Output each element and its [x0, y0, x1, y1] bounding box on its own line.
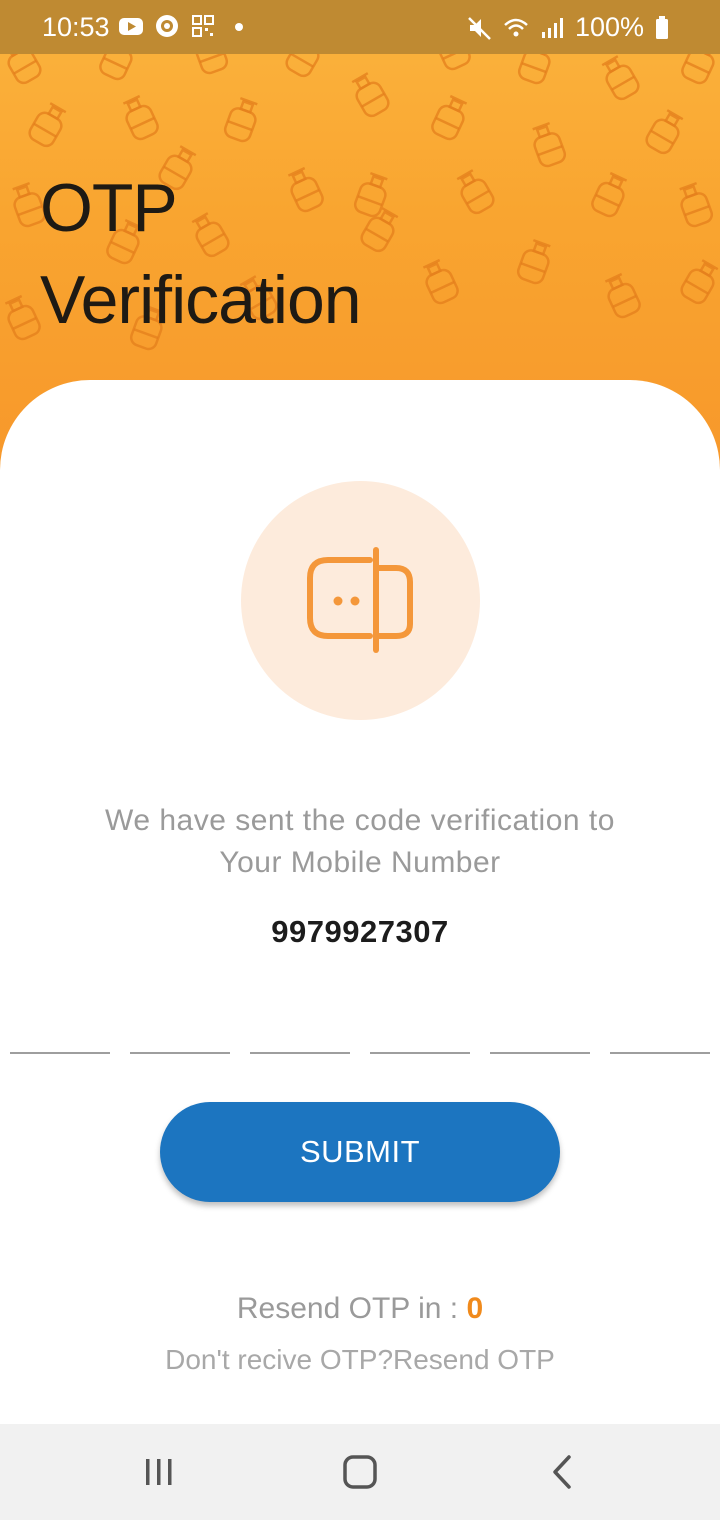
youtube-icon	[118, 13, 144, 39]
gas-cylinder-icon	[680, 259, 719, 305]
gas-cylinder-icon	[532, 121, 567, 168]
status-time: 10:53	[42, 12, 110, 42]
gas-cylinder-icon	[28, 102, 67, 148]
gas-cylinder-icon	[122, 94, 159, 141]
battery-percent: 100%	[574, 12, 644, 42]
message-dots-icon	[307, 547, 413, 653]
dot-icon	[226, 13, 252, 39]
gas-cylinder-icon	[4, 294, 41, 341]
gas-cylinder-icon	[516, 238, 551, 285]
gas-cylinder-icon	[591, 171, 628, 218]
home-icon[interactable]	[330, 1452, 390, 1492]
otp-digit-3[interactable]	[250, 1010, 350, 1054]
camera-app-icon	[154, 13, 180, 39]
otp-digit-4[interactable]	[370, 1010, 470, 1054]
otp-input-group	[10, 1010, 710, 1054]
gas-cylinder-icon	[601, 55, 640, 101]
gas-cylinder-icon	[679, 181, 714, 228]
signal-icon	[539, 15, 565, 41]
navigation-bar	[0, 1424, 720, 1520]
recents-icon[interactable]	[129, 1452, 189, 1492]
battery-icon	[654, 15, 680, 41]
gas-cylinder-icon	[223, 96, 258, 143]
gas-cylinder-icon	[645, 109, 684, 155]
otp-digit-5[interactable]	[490, 1010, 590, 1054]
wifi-icon	[503, 15, 529, 41]
message-line2: Your Mobile Number	[219, 846, 501, 879]
otp-digit-1[interactable]	[10, 1010, 110, 1054]
resend-timer: Resend OTP in : 0	[0, 1292, 720, 1326]
gas-cylinder-icon	[431, 94, 468, 141]
back-icon[interactable]	[532, 1452, 592, 1492]
page-title: OTP Verification	[40, 162, 362, 346]
resend-timer-value: 0	[466, 1292, 484, 1325]
gas-cylinder-icon	[604, 272, 641, 319]
resend-otp-link[interactable]: Don't recive OTP?Resend OTP	[0, 1344, 720, 1376]
mute-icon	[467, 15, 493, 41]
gas-cylinder-icon	[351, 72, 390, 118]
resend-timer-label: Resend OTP in :	[236, 1292, 467, 1325]
gas-cylinder-icon	[422, 258, 459, 305]
qr-icon	[190, 13, 216, 39]
submit-button[interactable]: SUBMIT	[160, 1102, 560, 1202]
otp-digit-6[interactable]	[610, 1010, 710, 1054]
message-line1: We have sent the code verification to	[105, 804, 615, 837]
otp-digit-2[interactable]	[130, 1010, 230, 1054]
title-line-otp: OTP	[40, 170, 178, 246]
title-line-verification: Verification	[40, 262, 362, 338]
verification-message: We have sent the code verification to Yo…	[40, 800, 680, 884]
phone-number: 9979927307	[271, 914, 449, 949]
gas-cylinder-icon	[456, 169, 495, 215]
status-bar: 10:53 100%	[0, 0, 720, 54]
